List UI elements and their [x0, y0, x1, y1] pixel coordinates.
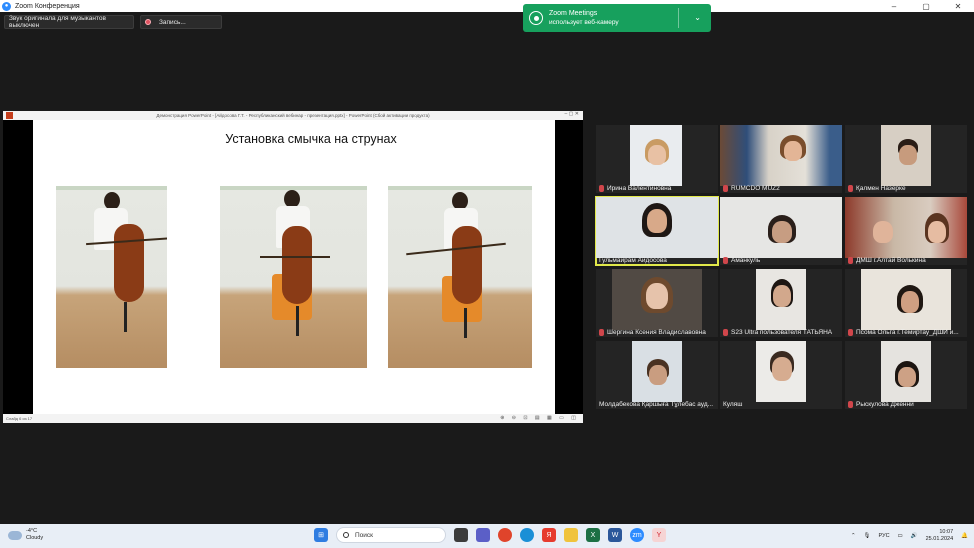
- participant-tile[interactable]: Куляш: [720, 341, 842, 409]
- yandex-browser-icon[interactable]: Я: [542, 528, 556, 542]
- webcam-icon: [529, 11, 543, 25]
- participant-name: RUMCDO MUZ2: [731, 185, 780, 192]
- participant-tile[interactable]: Рыскулова Дженни: [845, 341, 967, 409]
- participant-tile-active-speaker[interactable]: Гульмайрам Айдосова: [595, 196, 719, 266]
- notification-bell-icon[interactable]: 🔔: [961, 533, 968, 539]
- participant-name: Шергина Ксения Владиславовна: [607, 329, 706, 336]
- ppt-window-controls[interactable]: – ▢ ✕: [565, 111, 579, 117]
- mic-muted-icon: [599, 329, 604, 336]
- mic-muted-icon: [723, 257, 728, 264]
- ppt-status-bar: Слайд 6 из 17 ⊕ ⊖ ⊡ ▤ ▦ ▭ ◫: [3, 414, 583, 423]
- slide: Установка смычка на струнах: [33, 120, 555, 414]
- participant-name: ДМШ г.Алтай Волькина: [856, 257, 926, 264]
- participant-tile[interactable]: Ирина Валентиновна: [596, 125, 718, 193]
- weather-desc: Cloudy: [26, 535, 44, 541]
- view-controls[interactable]: ⊕ ⊖ ⊡ ▤ ▦ ▭ ◫: [500, 415, 579, 421]
- mic-muted-icon: [848, 257, 853, 264]
- taskbar-apps: ⊞ Поиск Я X W zm Y: [310, 527, 670, 543]
- mic-muted-icon: [723, 185, 728, 192]
- title-bar: ● Zoom Конференция – ▢ ✕: [0, 0, 974, 12]
- taskbar-search[interactable]: Поиск: [336, 527, 446, 543]
- mic-muted-icon: [848, 401, 853, 408]
- search-placeholder: Поиск: [355, 531, 374, 539]
- microphone-icon[interactable]: 🎙: [864, 533, 871, 539]
- windows-taskbar: -4°C Cloudy ⊞ Поиск Я X W zm Y ⌃ 🎙 РУС ▭…: [0, 524, 974, 548]
- clock[interactable]: 10:07 25.01.2024: [926, 529, 954, 543]
- yandex-icon[interactable]: Y: [652, 528, 666, 542]
- clock-date: 25.01.2024: [925, 536, 954, 542]
- chevron-up-icon[interactable]: ⌃: [851, 533, 856, 539]
- clock-time: 10:07: [939, 529, 954, 535]
- participant-name: Рыскулова Дженни: [856, 401, 914, 408]
- camera-notification[interactable]: Zoom Meetings использует веб-камеру ⌄: [523, 4, 711, 32]
- original-sound-label: Звук оригинала для музыкантов выключен: [9, 15, 106, 29]
- chevron-down-icon[interactable]: ⌄: [694, 13, 701, 22]
- slide-title: Установка смычка на струнах: [225, 132, 397, 146]
- participant-name: Қалмен Назерке: [856, 185, 906, 192]
- cloud-icon: [8, 530, 22, 540]
- mic-muted-icon: [723, 329, 728, 336]
- language-indicator[interactable]: РУС: [879, 533, 890, 539]
- cello-photo-1: [56, 186, 167, 368]
- participant-tile[interactable]: Қалмен Назерке: [845, 125, 967, 193]
- powerpoint-icon: [6, 112, 13, 119]
- mic-muted-icon: [848, 329, 853, 336]
- notification-title: Zoom Meetings: [549, 10, 598, 17]
- zoom-taskbar-icon[interactable]: zm: [630, 528, 644, 542]
- ppt-window-title: Демонстрация PowerPoint - [Айдосова Г.Т.…: [156, 113, 430, 118]
- volume-icon[interactable]: 🔊: [911, 533, 918, 539]
- search-icon: [343, 532, 349, 538]
- windows-start-icon[interactable]: ⊞: [314, 528, 328, 542]
- maximize-button[interactable]: ▢: [910, 0, 942, 12]
- excel-icon[interactable]: X: [586, 528, 600, 542]
- participant-tile[interactable]: Псома Ольга г.Темиртау_ДШИ и...: [845, 269, 967, 337]
- mic-muted-icon: [848, 185, 853, 192]
- task-view-icon[interactable]: [454, 528, 468, 542]
- record-label: Запись...: [159, 18, 186, 26]
- teams-chat-icon[interactable]: [476, 528, 490, 542]
- edge-icon[interactable]: [520, 528, 534, 542]
- file-explorer-icon[interactable]: [564, 528, 578, 542]
- participant-name: Аманкуль: [731, 257, 761, 264]
- zoom-window: ● Zoom Конференция – ▢ ✕ Звук оригинала …: [0, 0, 974, 548]
- system-tray: ⌃ 🎙 РУС ▭ 🔊 10:07 25.01.2024 🔔: [843, 529, 968, 543]
- original-sound-button[interactable]: Звук оригинала для музыкантов выключен: [4, 15, 134, 29]
- network-icon[interactable]: ▭: [898, 533, 903, 539]
- participant-tile[interactable]: Аманкуль: [720, 197, 842, 265]
- record-button[interactable]: Запись...: [140, 15, 222, 29]
- window-controls: – ▢ ✕: [878, 0, 974, 12]
- shared-screen: Демонстрация PowerPoint - [Айдосова Г.Т.…: [3, 111, 583, 423]
- participant-tile[interactable]: RUMCDO MUZ2: [720, 125, 842, 193]
- participant-name: Ирина Валентиновна: [607, 185, 672, 192]
- minimize-button[interactable]: –: [878, 0, 910, 12]
- close-button[interactable]: ✕: [942, 0, 974, 12]
- ppt-title-bar: Демонстрация PowerPoint - [Айдосова Г.Т.…: [3, 111, 583, 120]
- notification-text: использует веб-камеру: [549, 19, 619, 26]
- mic-muted-icon: [599, 185, 604, 192]
- participant-name: S23 Ultra пользователя ТАТЬЯНА: [731, 329, 833, 336]
- participant-name: Куляш: [723, 401, 743, 408]
- chrome-icon[interactable]: [498, 528, 512, 542]
- record-dot-icon: [145, 19, 151, 25]
- participant-tile[interactable]: S23 Ultra пользователя ТАТЬЯНА: [720, 269, 842, 337]
- weather-widget[interactable]: -4°C Cloudy: [8, 528, 43, 542]
- slide-counter: Слайд 6 из 17: [6, 416, 33, 421]
- weather-temp: -4°C: [26, 528, 38, 534]
- participant-tile[interactable]: Молдабекова Қаршыға Тұлебас ауд...: [596, 341, 718, 409]
- participant-tile[interactable]: Шергина Ксения Владиславовна: [596, 269, 718, 337]
- participant-name: Молдабекова Қаршыға Тұлебас ауд...: [599, 401, 714, 408]
- participant-name: Гульмайрам Айдосова: [599, 257, 667, 264]
- cello-photo-3: [388, 186, 532, 368]
- participant-tile[interactable]: ДМШ г.Алтай Волькина: [845, 197, 967, 265]
- cello-photo-2: [220, 186, 367, 368]
- window-title: Zoom Конференция: [15, 2, 80, 10]
- zoom-logo-icon: ●: [2, 1, 11, 11]
- word-icon[interactable]: W: [608, 528, 622, 542]
- participant-name: Псома Ольга г.Темиртау_ДШИ и...: [856, 329, 959, 336]
